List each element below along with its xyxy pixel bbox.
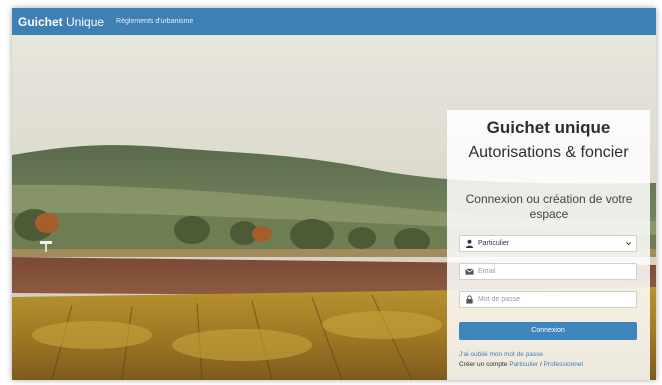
brand-bold: Guichet	[18, 14, 63, 29]
user-icon	[465, 239, 474, 248]
account-links: J'ai oublié mon mot de passe Créer un co…	[459, 350, 583, 370]
brand-rest: Unique	[66, 14, 105, 29]
nav-link-regulations[interactable]: Règlements d'urbanisme	[116, 18, 193, 25]
create-professionnel-link[interactable]: Professionnel	[544, 361, 583, 368]
account-type-value: Particulier	[478, 240, 510, 247]
login-button[interactable]: Connexion	[459, 322, 637, 340]
login-heading: Connexion ou création de votre espace	[465, 192, 633, 221]
panel-title: Guichet unique	[486, 118, 611, 137]
create-particulier-link[interactable]: Particulier	[509, 361, 538, 368]
top-navbar: Guichet Unique Règlements d'urbanisme	[12, 8, 656, 35]
panel-subtitle: Autorisations & foncier	[468, 144, 629, 161]
password-input[interactable]	[478, 292, 636, 307]
password-field[interactable]	[459, 291, 637, 308]
brand-logo[interactable]: Guichet Unique	[18, 15, 104, 29]
account-type-select[interactable]: Particulier	[459, 235, 637, 252]
chevron-down-icon	[626, 242, 631, 246]
login-panel: Guichet unique Autorisations & foncier C…	[447, 110, 650, 380]
lock-icon	[466, 295, 473, 304]
email-field[interactable]	[459, 263, 637, 280]
forgot-password-link[interactable]: J'ai oublié mon mot de passe	[459, 351, 543, 358]
create-account-label: Créer un compte	[459, 361, 508, 368]
link-separator: /	[539, 361, 542, 368]
envelope-icon	[465, 268, 474, 275]
browser-viewport: Guichet Unique Règlements d'urbanisme Gu…	[12, 8, 656, 380]
email-input[interactable]	[478, 264, 636, 279]
